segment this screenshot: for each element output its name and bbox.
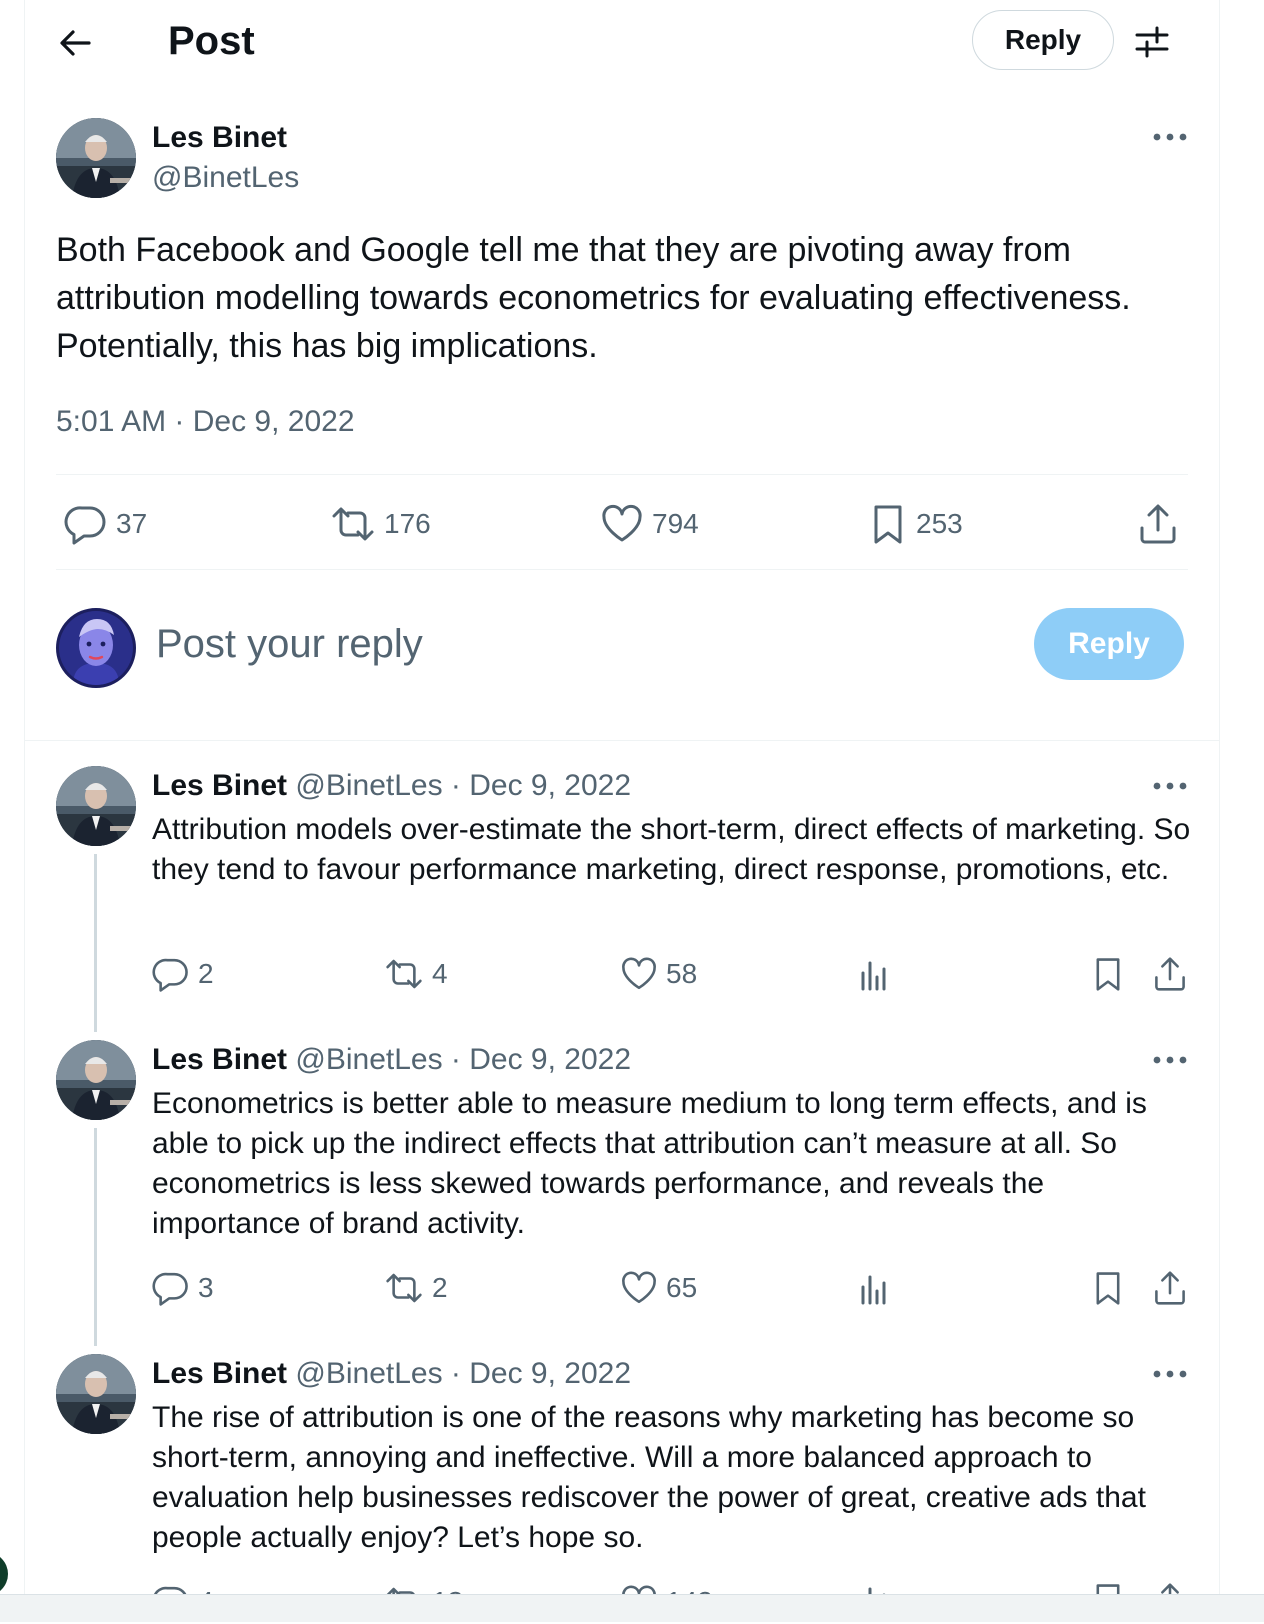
thread-connector [94,1128,97,1346]
profile-photo [56,1354,136,1434]
user-illustration [59,611,133,685]
reply-avatar[interactable] [56,1354,136,1434]
reply-count: 3 [198,1272,214,1303]
reply-text: Econometrics is better able to measure m… [152,1087,1147,1240]
floating-edge-button[interactable] [0,1552,8,1596]
reply-header: Les Binet @BinetLes · Dec 9, 2022 [152,766,631,806]
repost-icon [386,1273,422,1303]
repost-count: 176 [384,508,431,539]
share-button[interactable] [1150,952,1190,996]
tune-button[interactable] [1132,20,1172,64]
reply-input[interactable] [156,618,976,670]
author-name[interactable]: Les Binet [152,118,287,158]
more-horizontal-icon [1153,133,1187,141]
like-count: 65 [666,1272,698,1303]
current-user-avatar[interactable] [56,608,136,688]
repost-count-button[interactable]: 4 [384,952,448,996]
reply-author-handle[interactable]: @BinetLes [295,1357,442,1390]
share-button[interactable] [1150,1266,1190,1310]
share-icon [1140,504,1176,544]
reply-more-button[interactable] [1150,1048,1190,1072]
section-divider [24,740,1220,741]
more-horizontal-icon [1153,1370,1187,1378]
bookmark-icon [1096,958,1120,991]
speech-bubble-icon [64,506,106,545]
share-icon [1155,1271,1185,1305]
profile-photo [56,766,136,846]
reply-count-button[interactable]: 3 [152,1266,214,1310]
divider [56,474,1188,475]
profile-photo [56,1040,136,1120]
reply-more-button[interactable] [1150,1362,1190,1386]
like-count-button[interactable]: 58 [620,952,697,996]
sliders-icon [1135,26,1169,58]
more-options-button[interactable] [1150,125,1190,149]
reply-avatar[interactable] [56,1040,136,1120]
reply-author-name[interactable]: Les Binet [152,1043,287,1076]
reply-avatar[interactable] [56,766,136,846]
author-handle[interactable]: @BinetLes [152,158,299,198]
repost-count-button[interactable]: 2 [384,1266,448,1310]
reply-count: 37 [116,508,148,539]
more-horizontal-icon [1153,1056,1187,1064]
bookmark-button[interactable] [1088,952,1128,996]
reply-date[interactable]: · Dec 9, 2022 [451,1357,631,1390]
reply-count-button[interactable]: 37 [64,500,147,548]
back-button[interactable] [52,20,98,66]
repost-icon [332,507,374,541]
page-title: Post [168,19,255,63]
reply-header: Les Binet @BinetLes · Dec 9, 2022 [152,1040,631,1080]
heart-icon [602,504,642,542]
speech-bubble-icon [152,958,188,992]
reply-submit-button[interactable]: Reply [1034,608,1184,680]
post-timestamp[interactable]: 5:01 AM · Dec 9, 2022 [56,402,355,442]
reply-more-button[interactable] [1150,774,1190,798]
divider [56,569,1188,570]
views-button[interactable] [854,952,894,996]
heart-icon [622,1271,656,1304]
repost-count: 2 [432,1272,448,1303]
reply-count-button[interactable]: 2 [152,952,214,996]
share-icon [1155,957,1185,991]
like-count: 58 [666,958,698,989]
thread-connector [94,854,97,1032]
reply-count: 2 [198,958,214,989]
bookmark-button[interactable] [1088,1266,1128,1310]
reply-text: The rise of attribution is one of the re… [152,1401,1146,1554]
reply-text: Attribution models over-estimate the sho… [152,813,1191,886]
reply-author-handle[interactable]: @BinetLes [295,1043,442,1076]
header-reply-button[interactable]: Reply [972,10,1114,70]
bookmark-count: 253 [916,508,963,539]
share-button[interactable] [1136,500,1180,548]
arrow-left-icon [60,30,91,56]
like-count-button[interactable]: 794 [600,500,699,548]
repost-count: 4 [432,958,448,989]
reply-author-name[interactable]: Les Binet [152,1357,287,1390]
reply-author-handle[interactable]: @BinetLes [295,769,442,802]
bottom-bar [0,1594,1264,1622]
analytics-icon [861,961,886,991]
reply-date[interactable]: · Dec 9, 2022 [451,769,631,802]
like-count-button[interactable]: 65 [620,1266,697,1310]
reply-author-name[interactable]: Les Binet [152,769,287,802]
avatar[interactable] [56,118,136,198]
bookmark-icon [1096,1272,1120,1305]
heart-icon [622,957,656,990]
repost-icon [386,959,422,989]
profile-photo [56,118,136,198]
repost-count-button[interactable]: 176 [330,500,431,548]
reply-header: Les Binet @BinetLes · Dec 9, 2022 [152,1354,631,1394]
post-text: Both Facebook and Google tell me that th… [56,231,1131,365]
bookmark-icon [874,505,902,544]
speech-bubble-icon [152,1272,188,1306]
analytics-icon [861,1275,886,1305]
reply-date[interactable]: · Dec 9, 2022 [451,1043,631,1076]
like-count: 794 [652,508,699,539]
more-horizontal-icon [1153,782,1187,790]
views-button[interactable] [854,1266,894,1310]
bookmark-count-button[interactable]: 253 [868,500,963,548]
